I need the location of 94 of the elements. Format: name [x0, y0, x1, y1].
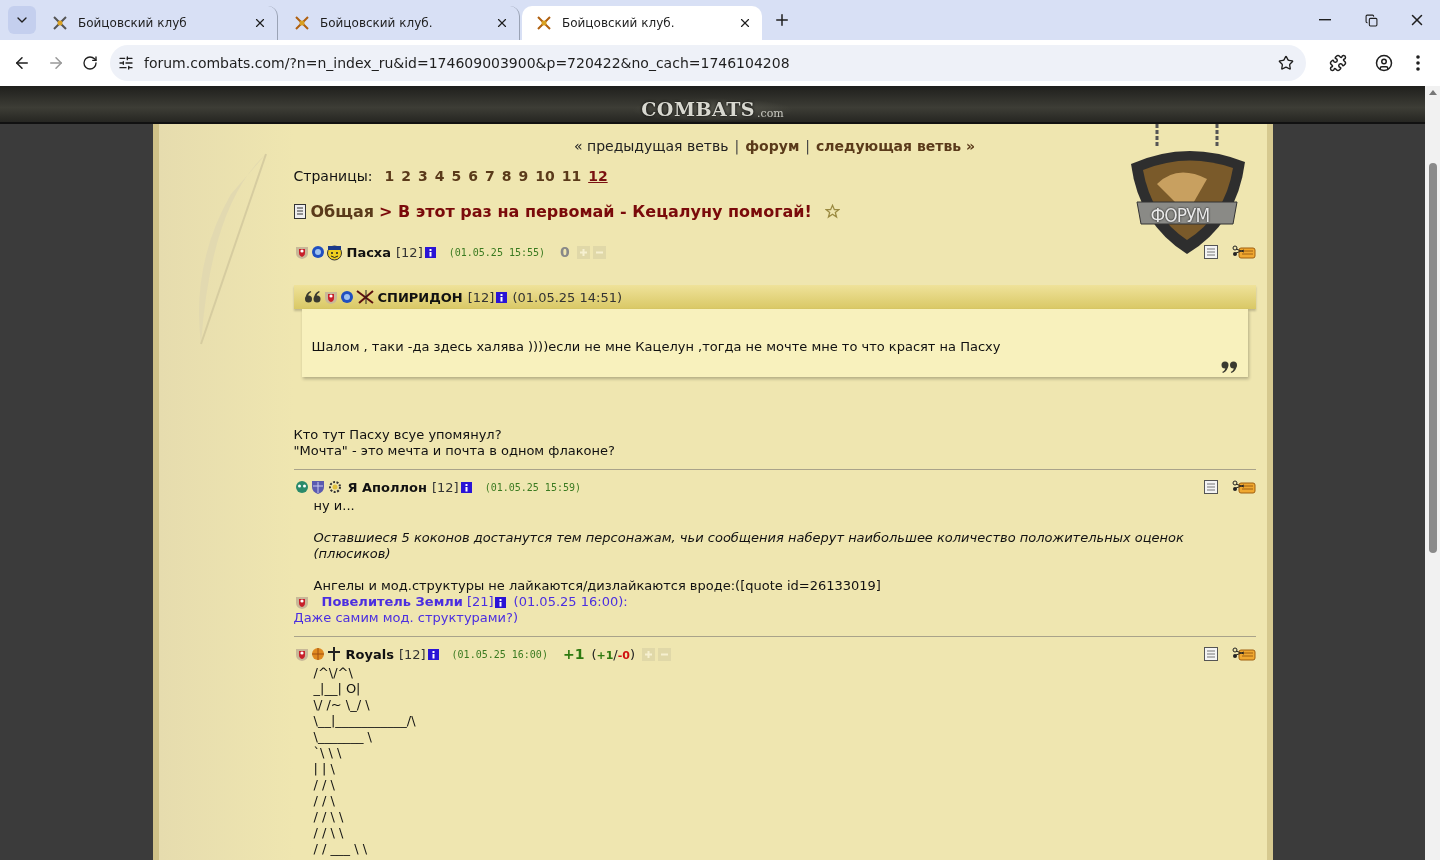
crest-icon — [293, 594, 310, 610]
plus-icon — [773, 11, 791, 29]
tab-list-button[interactable] — [8, 6, 36, 34]
section-link[interactable]: Общая — [310, 202, 375, 221]
nav-separator: | — [734, 138, 740, 154]
dagger-icon — [325, 646, 342, 662]
list-icon[interactable] — [1203, 647, 1218, 661]
quote-author[interactable]: СПИРИДОН — [377, 289, 463, 305]
author-level: [12] — [431, 479, 459, 495]
post-date: (01.05.25 15:55) — [448, 246, 546, 258]
rating-paren: ) — [629, 646, 636, 662]
minimize-icon — [1319, 19, 1331, 21]
rating-paren: ( — [591, 646, 597, 662]
page-link[interactable]: 10 — [535, 168, 555, 184]
info-icon[interactable] — [496, 291, 508, 303]
bookmark-star-icon[interactable] — [1278, 55, 1294, 71]
page-link[interactable]: 3 — [417, 168, 428, 184]
quote-text: Шалом , таки -да здесь халява ))))если не мне Кацелун ,тогда не мочте мне то что красят на Пасху — [311, 339, 1002, 354]
swords-icon — [294, 15, 310, 31]
author-level: [12] — [396, 244, 423, 260]
page-link[interactable]: 4 — [434, 168, 445, 184]
page-link[interactable]: 2 — [401, 168, 411, 184]
crest-icon — [293, 646, 310, 662]
post-text: Ангелы и мод.структуры не лайкаются/дизлайкаются вроде:([quote id=26133019] — [312, 578, 882, 594]
profile-icon — [1375, 54, 1393, 72]
scissors-folder-icon[interactable] — [1231, 647, 1256, 661]
close-quote-icon — [1219, 360, 1238, 374]
orb-icon — [310, 244, 325, 260]
reply-text: Даже самим мод. структурами?) — [293, 610, 520, 626]
rating-score: 0 — [560, 244, 570, 260]
info-icon[interactable] — [427, 648, 439, 660]
swords-icon — [52, 15, 68, 31]
page-link[interactable]: 7 — [484, 168, 495, 184]
smiley-icon — [325, 243, 343, 261]
info-icon[interactable] — [494, 596, 506, 608]
reply-author-level: [21] — [466, 594, 494, 610]
info-icon[interactable] — [460, 481, 472, 493]
close-icon[interactable] — [253, 16, 267, 30]
crest-icon — [293, 244, 310, 260]
author-name[interactable]: Я Аполлон — [347, 479, 427, 495]
rating-score: +1 — [562, 646, 585, 662]
document-icon — [293, 204, 306, 219]
puzzle-icon — [1329, 54, 1347, 72]
pages-label: Страницы: — [293, 168, 373, 184]
post-date: (01.05.25 16:00) — [451, 648, 548, 660]
nav-separator: | — [805, 138, 811, 154]
close-icon[interactable] — [738, 16, 752, 30]
thread-title: > В этот раз на первомай - Кецалуну помогай! — [379, 202, 812, 221]
page-link[interactable]: 9 — [518, 168, 529, 184]
nav-link[interactable]: форум — [745, 138, 800, 154]
page-link[interactable]: 8 — [501, 168, 512, 184]
rating-slash: / — [613, 646, 618, 662]
author-level: [12] — [398, 646, 426, 662]
rating-plus: +1 — [596, 648, 614, 662]
post-text: ну и... — [312, 498, 356, 514]
post-date: (01.05.25 15:59) — [484, 481, 581, 493]
shield-icon — [310, 479, 325, 495]
site-settings-icon[interactable] — [118, 55, 134, 71]
page-link[interactable]: 1 — [384, 168, 395, 184]
author-name[interactable]: Пасха — [346, 244, 392, 260]
browser-tab[interactable]: Бойцовский клуб. — [522, 6, 762, 40]
creature-icon — [293, 479, 310, 495]
close-icon[interactable] — [495, 16, 509, 30]
page-link[interactable]: 12 — [588, 168, 608, 184]
page-link[interactable]: 6 — [468, 168, 478, 184]
nav-link[interactable]: следующая ветвь » — [816, 138, 976, 154]
open-quote-icon — [303, 290, 322, 304]
list-icon[interactable] — [1203, 480, 1218, 494]
post-text: Оставшиеся 5 коконов достанутся тем персонажам, чьи сообщения наберут наибольшее количество положительных оценок (плюсиков) — [312, 530, 1185, 562]
scissors-folder-icon[interactable] — [1231, 480, 1256, 494]
forward-arrow-icon — [47, 54, 65, 72]
reply-date: (01.05.25 16:00): — [513, 594, 628, 610]
scrollbar[interactable] — [1425, 86, 1440, 860]
reload-icon — [82, 55, 98, 71]
swords-icon — [536, 15, 552, 31]
post-text: Кто тут Пасху всуе упомянул? "Мочта" - это мечта и почта в одном флаконе? — [293, 427, 616, 459]
address-bar[interactable]: forum.combats.com/?n=n_index_ru&id=174609003900&p=720422&no_cach=1746104208 — [110, 45, 1306, 81]
crest-icon — [322, 289, 339, 305]
restore-icon — [1364, 13, 1378, 27]
list-icon[interactable] — [1203, 245, 1218, 259]
info-icon[interactable] — [424, 246, 436, 258]
menu-icon — [1416, 55, 1420, 71]
quote-author-level: [12] — [467, 289, 495, 305]
star-icon[interactable] — [824, 204, 840, 219]
scissors-folder-icon[interactable] — [1231, 245, 1256, 259]
reply-author[interactable]: Повелитель Земли — [321, 594, 463, 610]
orb-icon — [339, 289, 354, 305]
quote-date: (01.05.25 14:51) — [512, 289, 623, 305]
nav-link[interactable]: « предыдущая ветвь — [573, 138, 729, 154]
page-link[interactable]: 11 — [561, 168, 582, 184]
author-name[interactable]: Royals — [345, 646, 394, 662]
ascii-art: /^\/^\ _|__| O| \/ /~ \_/ \ \__|___________/\ \_______ \ `\ \ \ | | \ / / \ / / \ / / \ \ / / \ \ / / ___ \ \ — [312, 665, 417, 857]
page-link[interactable]: 5 — [451, 168, 462, 184]
rating-minus: -0 — [617, 648, 630, 662]
